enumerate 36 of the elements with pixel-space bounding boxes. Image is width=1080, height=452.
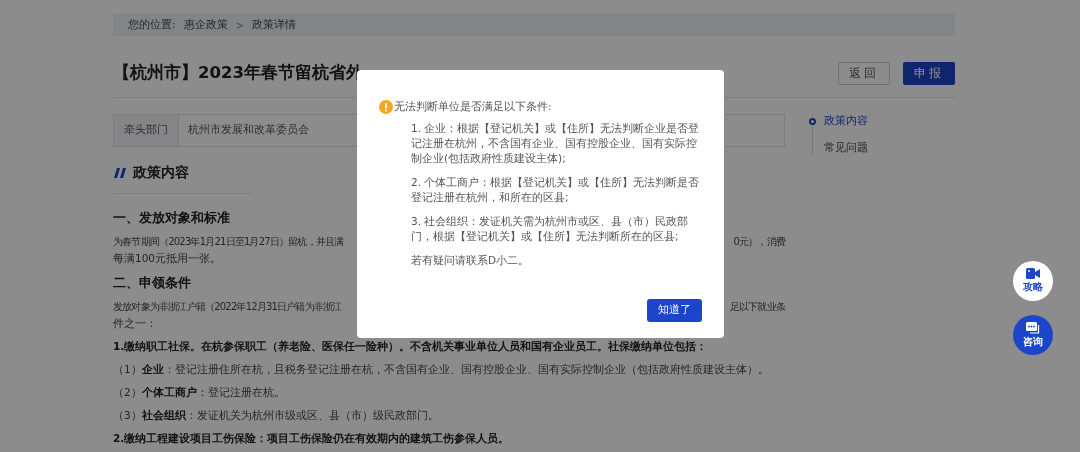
list-item-text: （2）个体工商户：登记注册在杭。 (113, 384, 285, 400)
paragraph-text: 足以下就业条 (729, 299, 785, 314)
paragraph-text: 每满100元抵用一张。 (113, 250, 222, 266)
dialog-text: 2. 个体工商户：根据【登记机关】或【住所】无法判断是否登记注册在杭州，和所在的区县; (411, 174, 701, 205)
table-value: 杭州市发展和改革委员会 (187, 122, 310, 139)
consult-button[interactable]: 咨询 (1013, 315, 1053, 355)
toc-item[interactable]: 常见问题 (824, 141, 868, 155)
breadcrumb-link[interactable]: 惠企政策 (183, 16, 228, 34)
dialog-heading: 无法判断单位是否满足以下条件: (394, 99, 552, 114)
paragraph-text: 件之一： (113, 315, 157, 331)
dialog-text: 若有疑问请联系D小二。 (411, 252, 531, 268)
slash-icon (113, 167, 127, 178)
paragraph-text: 发放对象为非浙江户籍（2022年12月31日户籍为非浙江 (113, 299, 342, 314)
breadcrumb-link[interactable]: 政策详情 (252, 16, 297, 34)
warning-icon (379, 99, 393, 114)
dialog-text: 1. 企业：根据【登记机关】或【住所】无法判断企业是否登记注册在杭州，不含国有企业、国有控股企业、国有实际控制企业(包括政府性质建设主体); (411, 120, 701, 166)
toc-item[interactable]: 政策内容 (824, 114, 868, 128)
bold-paragraph: 1.缴纳职工社保。在杭参保职工（养老险、医保任一险种）。不含机关事业单位人员和国有企业员工。社保缴纳单位包括： (113, 338, 708, 354)
apply-button[interactable]: 申报 (903, 61, 955, 85)
paragraph-text: 为春节期间（2023年1月21日至1月27日）留杭，并且满 (113, 234, 344, 249)
bold-paragraph: 2.缴纳工程建设项目工伤保险：项目工伤保险仍在有效期内的建筑工伤参保人员。 (113, 430, 510, 446)
list-item-text: （1）企业：登记注册住所在杭，且税务登记注册在杭，不含国有企业、国有控股企业、国有实际控制企业（包括政府性质建设主体）。 (113, 361, 769, 377)
guide-button[interactable]: 攻略 (1013, 261, 1053, 301)
dialog-text: 3. 社会组织：发证机关需为杭州市或区、县（市）民政部门，根据【登记机关】或【住所】无法判断所在的区县; (411, 213, 690, 244)
section-heading: 二、申领条件 (113, 273, 191, 292)
chat-icon (1026, 321, 1040, 334)
paragraph-text: 0元），消费 (733, 234, 785, 249)
table-label: 牵头部门 (114, 115, 179, 146)
section-title: 政策内容 (133, 163, 189, 182)
acknowledge-button[interactable]: 知道了 (647, 299, 702, 322)
chevron-icon: > (235, 17, 245, 33)
breadcrumb-label: 您的位置: (128, 16, 176, 33)
video-camera-icon (1026, 268, 1040, 279)
back-button[interactable]: 返回 (838, 61, 890, 85)
list-item-text: （3）社会组织：发证机关为杭州市级或区、县（市）级民政部门。 (113, 407, 439, 423)
section-heading: 一、发放对象和标准 (113, 209, 230, 227)
